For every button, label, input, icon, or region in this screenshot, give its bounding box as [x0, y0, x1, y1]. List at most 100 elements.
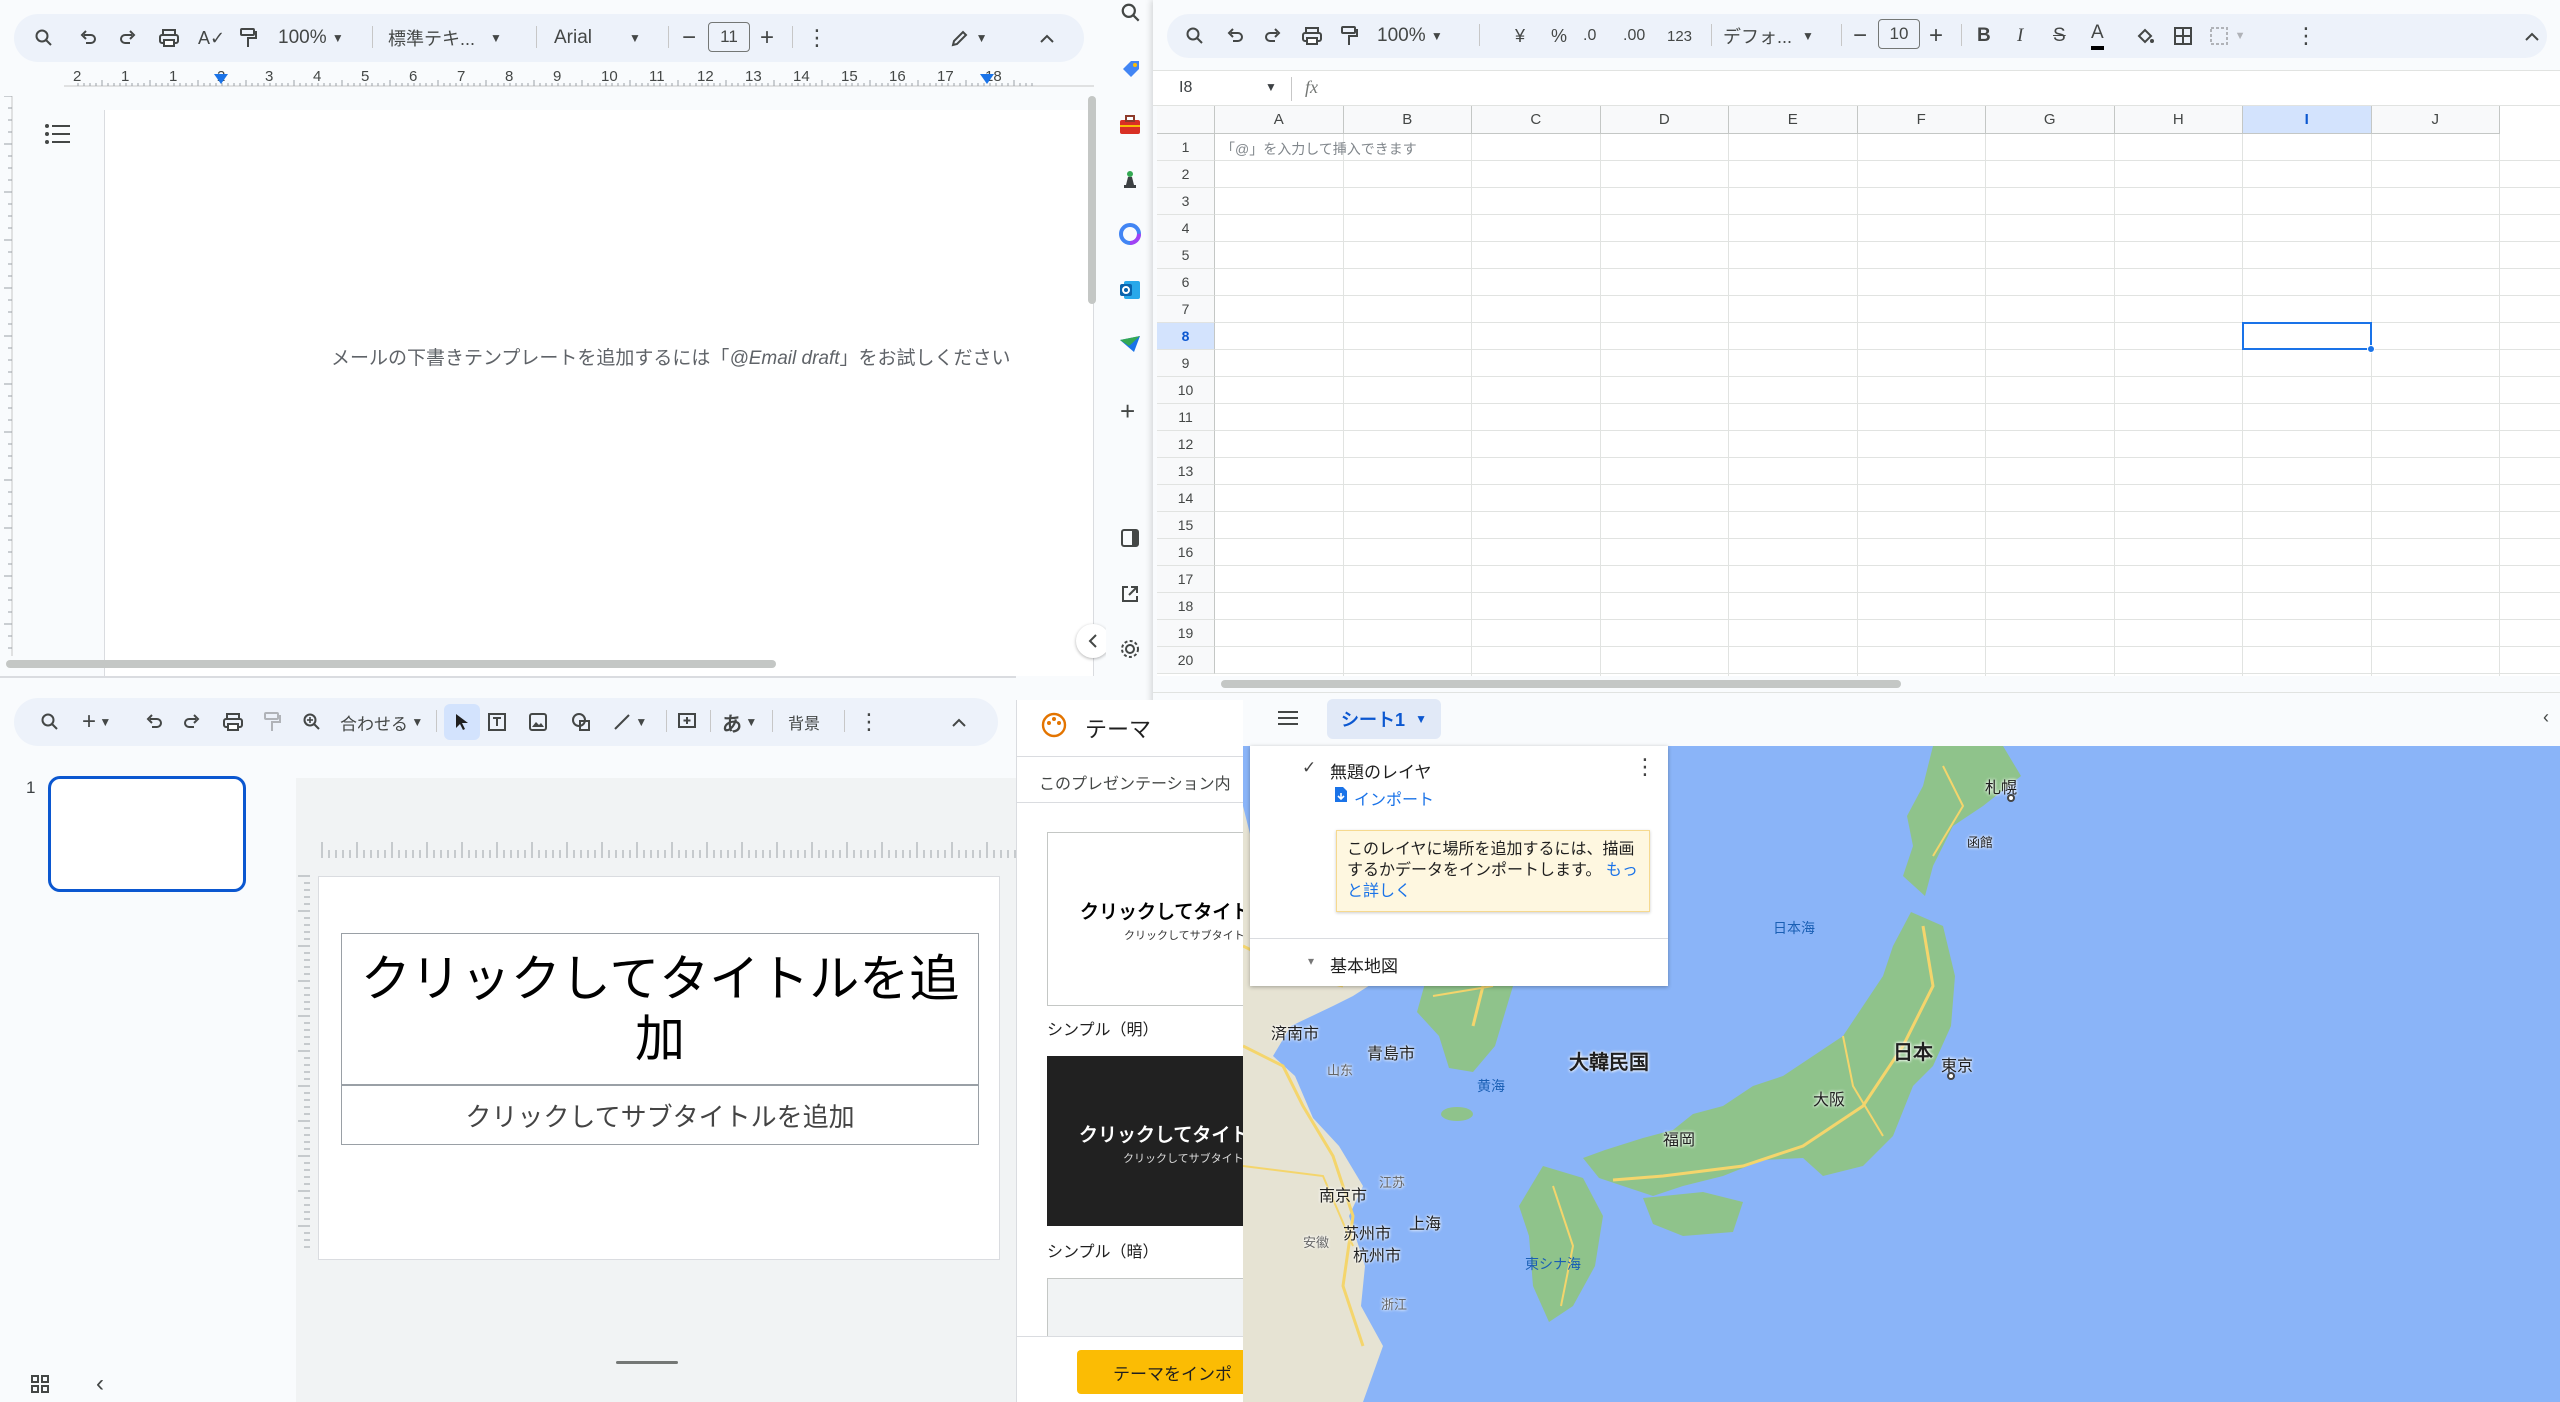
paint-format-icon[interactable]	[238, 18, 258, 58]
row-header[interactable]: 13	[1157, 458, 1215, 485]
select-tool-icon[interactable]	[444, 704, 480, 740]
shape-icon[interactable]	[570, 702, 592, 742]
more-formats-button[interactable]: 123	[1667, 16, 1692, 56]
sheet-tab-sheet1[interactable]: シート1 ▼	[1327, 699, 1441, 739]
slide-thumbnail[interactable]	[48, 776, 246, 892]
column-header[interactable]: H	[2114, 106, 2243, 134]
zoom-fit-select[interactable]: 合わせる ▼	[340, 702, 423, 742]
subtitle-placeholder[interactable]: クリックしてサブタイトルを追加	[341, 1085, 979, 1145]
map-label-shanghai[interactable]: 上海	[1409, 1210, 1441, 1234]
row-header[interactable]: 1	[1157, 134, 1215, 161]
map-label-suzhou[interactable]: 苏州市	[1343, 1220, 1391, 1244]
sheets-horizontal-scrollbar[interactable]	[1221, 680, 1901, 688]
strikethrough-button[interactable]: S	[2053, 16, 2066, 56]
merge-cells-icon[interactable]: ▼	[2209, 16, 2245, 56]
map-label-japan[interactable]: 日本	[1893, 1036, 1933, 1065]
map-label-korea[interactable]: 大韓民国	[1569, 1046, 1649, 1075]
style-select[interactable]: 標準テキ... ▼	[388, 18, 502, 58]
collapse-side-panel-icon[interactable]	[1076, 624, 1106, 658]
collapse-toolbar-icon[interactable]	[1038, 18, 1056, 58]
undo-icon[interactable]	[1225, 16, 1245, 56]
row-header[interactable]: 8	[1157, 323, 1215, 350]
column-header[interactable]: G	[1986, 106, 2115, 134]
name-box-dropdown-icon[interactable]: ▼	[1265, 80, 1277, 94]
bold-button[interactable]: B	[1977, 16, 1991, 56]
new-slide-button[interactable]: + ▼	[82, 702, 111, 742]
font-size-decrease-button[interactable]: −	[682, 18, 696, 58]
input-tools-select[interactable]: あ ▼	[722, 702, 757, 742]
layer-visibility-checkbox[interactable]: ✓	[1302, 758, 1316, 777]
theme-simple-light[interactable]: クリックしてタイト クリックしてサブタイトル	[1047, 832, 1243, 1006]
chess-piece-icon[interactable]	[1118, 168, 1142, 197]
search-icon[interactable]	[1120, 2, 1142, 29]
selected-cell[interactable]	[2242, 322, 2372, 350]
side-panel-icon[interactable]	[1120, 528, 1140, 553]
print-icon[interactable]	[222, 702, 244, 742]
docs-horizontal-scrollbar[interactable]	[6, 660, 776, 668]
more-options-icon[interactable]: ⋮	[806, 18, 828, 58]
document-page[interactable]: メールの下書きテンプレートを追加するには「@Email draft」をお試しくだ…	[104, 110, 1094, 676]
row-header[interactable]: 19	[1157, 620, 1215, 647]
map-label-nanjing[interactable]: 南京市	[1319, 1182, 1367, 1206]
comment-icon[interactable]	[676, 702, 698, 742]
slides-vertical-ruler[interactable]	[296, 874, 310, 1254]
collapse-toolbar-icon[interactable]	[950, 702, 968, 742]
currency-format-button[interactable]: ¥	[1515, 16, 1525, 56]
italic-button[interactable]: I	[2017, 16, 2023, 56]
row-header[interactable]: 6	[1157, 269, 1215, 296]
column-header[interactable]: E	[1729, 106, 1858, 134]
map-label-hakodate[interactable]: 函館	[1967, 832, 1993, 851]
column-header[interactable]: B	[1343, 106, 1472, 134]
ring-app-icon[interactable]	[1118, 222, 1142, 251]
map-label-tokyo[interactable]: 東京	[1941, 1052, 1973, 1076]
paint-format-icon[interactable]	[262, 702, 282, 742]
background-button[interactable]: 背景	[788, 702, 820, 742]
settings-gear-icon[interactable]	[1119, 638, 1141, 665]
column-header[interactable]: I	[2243, 106, 2372, 134]
font-select[interactable]: デフォ... ▼	[1723, 16, 1814, 56]
open-in-new-icon[interactable]	[1120, 584, 1140, 609]
slide-editor[interactable]: クリックしてタイトルを追加 クリックしてサブタイトルを追加	[318, 876, 1000, 1260]
right-indent-marker[interactable]	[980, 74, 994, 84]
theme-simple-dark[interactable]: クリックしてタイト クリックしてサブタイトル	[1047, 1056, 1243, 1226]
chevron-left-icon[interactable]: ‹	[2543, 707, 2549, 728]
column-header[interactable]: D	[1600, 106, 1729, 134]
cell-a1-hint[interactable]: 「@」を入力して挿入できます	[1221, 139, 1417, 159]
collapse-filmstrip-icon[interactable]: ‹	[96, 1370, 104, 1398]
map-label-hangzhou[interactable]: 杭州市	[1353, 1242, 1401, 1266]
row-header[interactable]: 10	[1157, 377, 1215, 404]
increase-decimal-button[interactable]: .00	[1623, 16, 1645, 56]
map-label-osaka[interactable]: 大阪	[1813, 1086, 1845, 1110]
percent-format-button[interactable]: %	[1551, 16, 1567, 56]
redo-icon[interactable]	[118, 18, 138, 58]
row-header[interactable]: 12	[1157, 431, 1215, 458]
grid-view-icon[interactable]	[30, 1374, 50, 1399]
row-header[interactable]: 17	[1157, 566, 1215, 593]
horizontal-ruler[interactable]: 2 1 1 2 3 4 5 6 7 8 9 10 11 12 13 14 15 16 17 18	[64, 66, 1094, 90]
row-header[interactable]: 9	[1157, 350, 1215, 377]
formula-input[interactable]	[1339, 75, 2539, 103]
borders-icon[interactable]	[2173, 16, 2193, 56]
column-header[interactable]: F	[1857, 106, 1986, 134]
spellcheck-icon[interactable]: A✓	[198, 18, 225, 58]
column-header[interactable]: A	[1215, 106, 1344, 134]
column-header[interactable]: J	[2371, 106, 2500, 134]
send-app-icon[interactable]	[1118, 334, 1142, 359]
import-theme-button[interactable]: テーマをインポ	[1077, 1350, 1243, 1394]
slides-horizontal-ruler[interactable]	[320, 838, 1016, 860]
spreadsheet-grid[interactable]: A B C D E F G H I J 1 2 3 4 5 6 7 8 9 10 11 12 13 14 15 16 17 18 19 2…	[1157, 106, 2560, 676]
fill-color-icon[interactable]	[2135, 16, 2155, 56]
map-label-fukuoka[interactable]: 福岡	[1663, 1126, 1695, 1150]
edit-mode-icon[interactable]: ▼	[950, 18, 987, 58]
row-header[interactable]: 15	[1157, 512, 1215, 539]
all-sheets-icon[interactable]	[1277, 709, 1299, 732]
column-header[interactable]: C	[1472, 106, 1601, 134]
font-size-input[interactable]: 10	[1878, 19, 1920, 49]
line-icon[interactable]: ▼	[612, 702, 647, 742]
undo-icon[interactable]	[78, 18, 98, 58]
more-options-icon[interactable]: ⋮	[2295, 16, 2317, 56]
select-all-corner[interactable]	[1157, 106, 1215, 134]
search-icon[interactable]	[34, 18, 54, 58]
print-icon[interactable]	[158, 18, 180, 58]
font-size-increase-button[interactable]: +	[1929, 16, 1943, 56]
